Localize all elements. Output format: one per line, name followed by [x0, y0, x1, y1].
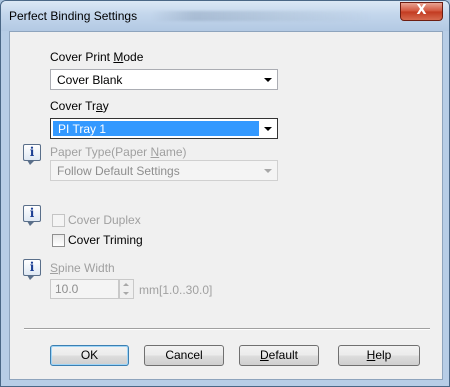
info-icon[interactable]: i	[23, 144, 41, 165]
cover-print-mode-label: Cover Print Mode	[50, 50, 143, 64]
paper-type-value: Follow Default Settings	[57, 164, 180, 178]
cover-tray-value: PI Tray 1	[58, 122, 107, 136]
dialog-client-area: Cover Print Mode Cover Blank Cover Tray …	[9, 31, 443, 380]
label-text: pine Width	[58, 261, 115, 275]
button-mnemonic: D	[259, 348, 269, 362]
label-mnemonic: N	[150, 145, 160, 159]
label-text: ame)	[159, 145, 187, 159]
label-mnemonic: S	[50, 261, 59, 275]
close-button[interactable]: X	[400, 2, 443, 21]
label-text: ode	[123, 50, 144, 64]
spin-up-icon	[123, 283, 129, 286]
info-icon[interactable]: i	[23, 259, 41, 280]
cover-tray-select[interactable]: PI Tray 1	[50, 118, 278, 139]
separator	[24, 328, 430, 330]
cancel-button[interactable]: Cancel	[144, 345, 224, 366]
spine-width-stepper	[119, 279, 134, 299]
ok-button[interactable]: OK	[50, 345, 129, 366]
title-bar-background-blur	[151, 11, 371, 21]
cover-print-mode-select[interactable]: Cover Blank	[50, 69, 278, 90]
spin-down-icon	[123, 292, 129, 295]
title-bar[interactable]: Perfect Binding Settings X	[1, 1, 449, 31]
spine-width-range: mm[1.0..30.0]	[139, 283, 213, 297]
paper-type-label: Paper Type(Paper Name)	[50, 145, 187, 159]
help-button[interactable]: Help	[338, 345, 420, 366]
dialog-window: Perfect Binding Settings X Cover Print M…	[0, 0, 450, 387]
spine-width-value: 10.0	[55, 282, 79, 296]
cover-trimming-checkbox[interactable]	[52, 234, 65, 247]
default-button[interactable]: Default	[239, 345, 319, 366]
window-title: Perfect Binding Settings	[9, 9, 138, 23]
spine-width-input: 10.0	[50, 279, 119, 299]
chevron-down-icon	[264, 169, 272, 173]
chevron-down-icon	[264, 127, 272, 131]
cover-duplex-label: Cover Duplex	[68, 213, 141, 227]
paper-type-select: Follow Default Settings	[50, 160, 278, 181]
spine-width-label: Spine Width	[50, 261, 115, 275]
cover-tray-label: Cover Tray	[50, 99, 109, 113]
cover-duplex-checkbox	[52, 214, 65, 227]
label-mnemonic: M	[113, 50, 124, 64]
label-text: Cover Print	[50, 50, 114, 64]
button-text: elp	[375, 348, 392, 362]
cover-print-mode-value: Cover Blank	[57, 73, 123, 87]
button-text: efault	[268, 348, 299, 362]
close-icon: X	[416, 3, 427, 18]
cover-trimming-label[interactable]: Cover Triming	[68, 233, 143, 247]
label-text: Paper Type(Paper	[50, 145, 151, 159]
chevron-down-icon	[264, 78, 272, 82]
label-text: Cover Tr	[50, 99, 97, 113]
info-icon[interactable]: i	[23, 205, 41, 226]
label-text: y	[102, 99, 109, 113]
label-mnemonic: a	[96, 99, 103, 113]
